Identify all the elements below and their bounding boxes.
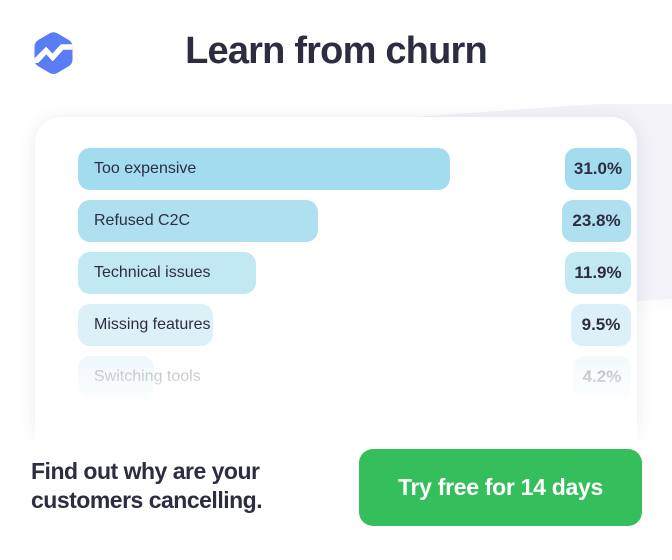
footer-tagline: Find out why are your customers cancelli… xyxy=(31,458,263,513)
chart-value-badge: 4.2% xyxy=(573,356,631,398)
chart-value-badge: 23.8% xyxy=(562,200,631,242)
chart-row[interactable]: Refused C2C 23.8% xyxy=(35,200,637,242)
footer: Find out why are your customers cancelli… xyxy=(0,443,672,560)
header: Learn from churn xyxy=(0,0,672,104)
chart-row[interactable]: Too expensive 31.0% xyxy=(35,148,637,190)
chart-bar-label: Too expensive xyxy=(94,160,197,177)
chart-bar-label: Missing features xyxy=(94,316,211,333)
chart-row[interactable]: Switching tools 4.2% xyxy=(35,356,637,398)
chart-row[interactable]: Technical issues 11.9% xyxy=(35,252,637,294)
chart-value-badge: 9.5% xyxy=(571,304,631,346)
chart-value-badge: 11.9% xyxy=(565,252,631,294)
chart-bar-label: Refused C2C xyxy=(94,212,191,229)
chart-bar-label: Technical issues xyxy=(94,264,211,281)
chart-value-badge: 31.0% xyxy=(565,148,631,190)
chart-bar-label: Switching tools xyxy=(94,368,201,385)
churn-bar-chart: Too expensive 31.0% Refused C2C 23.8% Techni… xyxy=(35,117,637,443)
try-free-button[interactable]: Try free for 14 days xyxy=(359,449,642,526)
churn-reasons-card: Too expensive 31.0% Refused C2C 23.8% Techni… xyxy=(35,117,637,443)
page-title: Learn from churn xyxy=(185,30,488,72)
chart-row[interactable]: Missing features 9.5% xyxy=(35,304,637,346)
